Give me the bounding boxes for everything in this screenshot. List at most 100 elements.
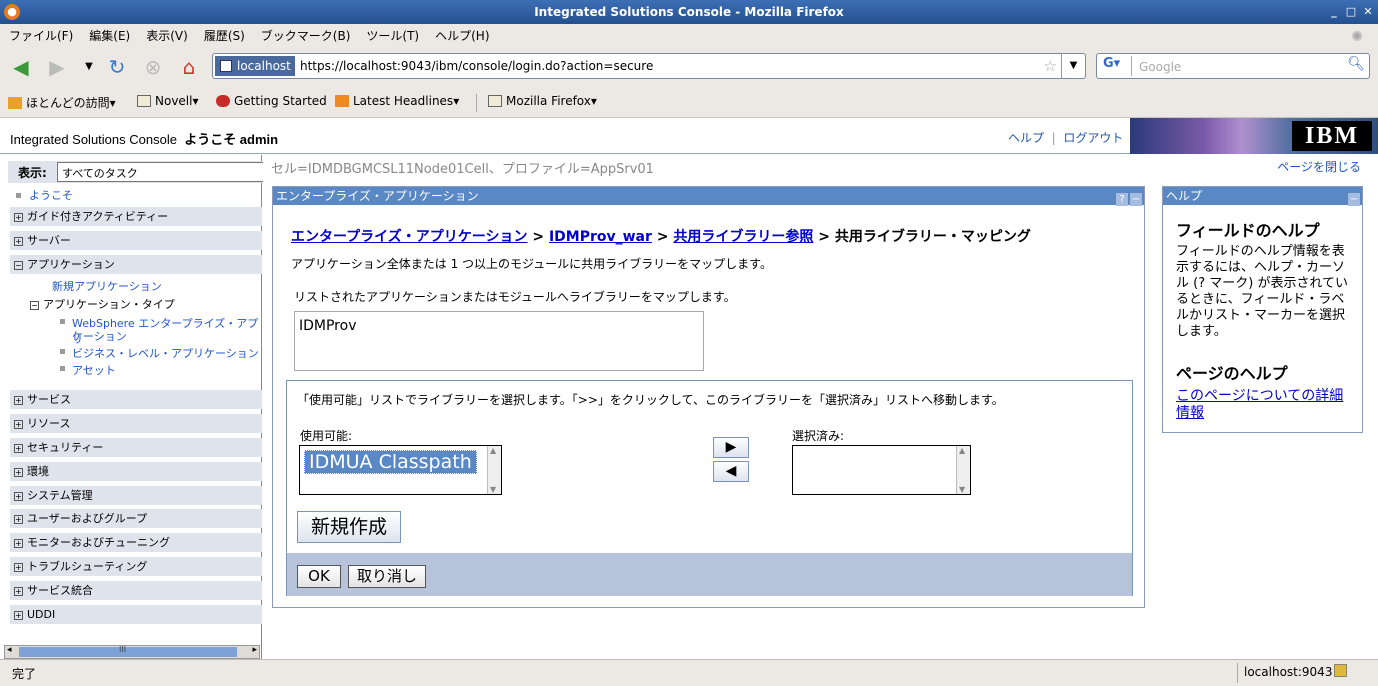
nav-servers[interactable]: + サーバー — [10, 231, 262, 250]
selected-label: 選択済み: — [792, 429, 845, 443]
available-list-scrollbar[interactable]: ▲ ▼ — [487, 446, 501, 494]
new-library-button[interactable]: 新規作成 — [297, 511, 401, 543]
breadcrumb-shared-lib-refs[interactable]: 共用ライブラリー参照 — [673, 229, 813, 245]
scroll-left-icon[interactable]: ◂ — [7, 645, 12, 655]
remove-library-button[interactable]: ◀ — [713, 461, 749, 482]
panel-minimize-icon[interactable]: − — [1130, 193, 1142, 206]
nav-new-application[interactable]: 新規アプリケーション — [52, 278, 162, 294]
breadcrumb-idmprov-war[interactable]: IDMProv_war — [549, 229, 652, 245]
menu-edit[interactable]: 編集(E) — [80, 24, 137, 44]
back-icon[interactable]: ◀ — [8, 54, 34, 80]
module-list[interactable]: IDMProv — [294, 311, 704, 371]
nav-applications[interactable]: − アプリケーション — [10, 255, 262, 274]
breadcrumb-enterprise-apps[interactable]: エンタープライズ・アプリケーション — [291, 229, 527, 245]
panel-help-icon[interactable]: ? — [1116, 193, 1128, 206]
search-box[interactable]: G▾ Google 🔍︎ — [1096, 53, 1370, 79]
breadcrumb-sep: > — [532, 229, 545, 245]
url-bar[interactable]: localhost https://localhost:9043/ibm/con… — [212, 53, 1086, 79]
bookmark-getting-started[interactable]: Getting Started — [216, 94, 327, 108]
nav-horizontal-scrollbar[interactable]: ◂ III ▸ — [4, 645, 260, 659]
nav-label: サーバー — [27, 234, 71, 247]
module-item[interactable]: IDMProv — [299, 318, 356, 334]
add-library-button[interactable]: ▶ — [713, 437, 749, 458]
stop-icon[interactable]: ⊗ — [140, 54, 166, 80]
scroll-thumb[interactable]: III — [19, 645, 237, 657]
nav-business-level-apps[interactable]: ビジネス・レベル・アプリケーション — [72, 345, 259, 361]
menu-bookmarks[interactable]: ブックマーク(B) — [252, 24, 358, 44]
header-link-separator: | — [1051, 131, 1056, 145]
selected-list[interactable]: ▲ ▼ — [792, 445, 971, 495]
nav-websphere-apps-cont[interactable]: ケーション — [72, 328, 127, 344]
bookmark-novell[interactable]: Novell▾ — [137, 94, 199, 108]
nav-uddi[interactable]: + UDDI — [10, 605, 262, 624]
nav-security[interactable]: + セキュリティー — [10, 438, 262, 457]
search-input[interactable]: Google — [1139, 60, 1181, 74]
console-title-text: Integrated Solutions Console — [10, 132, 177, 147]
scroll-up-icon[interactable]: ▲ — [490, 446, 496, 455]
search-engine-icon[interactable]: G▾ — [1100, 56, 1132, 76]
left-navigation: 表示: すべてのタスク ようこそ + ガイド付きアクティビティー + サーバー − ア… — [0, 155, 269, 659]
bookmark-mozilla-firefox[interactable]: Mozilla Firefox▾ — [488, 94, 597, 108]
enterprise-app-panel: エンタープライズ・アプリケーション ? − エンタープライズ・アプリケーション >… — [272, 186, 1145, 608]
bookmark-label: ほとんどの訪問 — [26, 96, 110, 110]
page-help-link[interactable]: このページについての詳細情報 — [1176, 388, 1352, 422]
scroll-down-icon[interactable]: ▼ — [490, 485, 496, 494]
bookmarks-toolbar: ほとんどの訪問▾ Novell▾ Getting Started Latest … — [0, 88, 1378, 118]
logout-link[interactable]: ログアウト — [1063, 131, 1123, 145]
history-dropdown-icon[interactable]: ▼ — [76, 54, 102, 80]
window-title: Integrated Solutions Console - Mozilla F… — [534, 5, 844, 19]
nav-environment[interactable]: + 環境 — [10, 462, 262, 481]
nav-users-groups[interactable]: + ユーザーおよびグループ — [10, 509, 262, 528]
menu-help[interactable]: ヘルプ(H) — [426, 24, 496, 44]
menu-history[interactable]: 履歴(S) — [195, 24, 252, 44]
welcome-nav-item[interactable]: ようこそ — [16, 187, 73, 203]
available-list[interactable]: IDMUA Classpath ▲ ▼ — [299, 445, 502, 495]
bookmark-most-visited[interactable]: ほとんどの訪問▾ — [8, 94, 116, 111]
breadcrumb-sep: > — [656, 229, 669, 245]
nav-services[interactable]: + サービス — [10, 390, 262, 409]
home-icon[interactable]: ⌂ — [176, 54, 202, 80]
bullet-icon — [16, 193, 21, 198]
forward-icon[interactable]: ▶ — [44, 54, 70, 80]
nav-assets[interactable]: アセット — [72, 362, 116, 378]
close-page-link[interactable]: ページを閉じる — [1277, 158, 1361, 175]
menu-view[interactable]: 表示(V) — [137, 24, 195, 44]
scroll-up-icon[interactable]: ▲ — [959, 446, 965, 455]
status-separator — [1237, 663, 1238, 683]
help-minimize-icon[interactable]: − — [1348, 193, 1360, 206]
scroll-right-icon[interactable]: ▸ — [252, 645, 257, 655]
cancel-button[interactable]: 取り消し — [348, 565, 426, 588]
selected-list-scrollbar[interactable]: ▲ ▼ — [956, 446, 970, 494]
button-bar: OK 取り消し — [287, 553, 1132, 596]
url-dropdown-icon[interactable]: ▼ — [1061, 54, 1085, 78]
nav-service-integration[interactable]: + サービス統合 — [10, 581, 262, 600]
menu-tools[interactable]: ツール(T) — [357, 24, 426, 44]
minimize-icon[interactable]: _ — [1326, 4, 1342, 20]
nav-troubleshooting[interactable]: + トラブルシューティング — [10, 557, 262, 576]
nav-guided-activities[interactable]: + ガイド付きアクティビティー — [10, 207, 262, 226]
lock-icon[interactable] — [1334, 664, 1347, 677]
header-help-link[interactable]: ヘルプ — [1008, 131, 1044, 145]
scroll-down-icon[interactable]: ▼ — [959, 485, 965, 494]
ok-button[interactable]: OK — [297, 565, 341, 588]
available-option[interactable]: IDMUA Classpath — [304, 450, 477, 474]
nav-system-admin[interactable]: + システム管理 — [10, 486, 262, 505]
view-select[interactable]: すべてのタスク — [57, 162, 269, 182]
search-icon[interactable]: 🔍︎ — [1347, 56, 1365, 72]
header-links: ヘルプ | ログアウト — [1008, 129, 1123, 146]
console-header: Integrated Solutions Console ようこそ admin … — [0, 118, 1378, 154]
site-identity[interactable]: localhost — [215, 56, 295, 76]
close-icon[interactable]: ✕ — [1360, 4, 1376, 20]
field-help-text: フィールドのヘルプ情報を表示するには、ヘルプ・カーソル (? マーク) が表示さ… — [1176, 244, 1349, 339]
welcome-user: ようこそ admin — [184, 132, 279, 147]
maximize-icon[interactable]: □ — [1343, 4, 1359, 20]
nav-resources[interactable]: + リソース — [10, 414, 262, 433]
nav-monitoring[interactable]: + モニターおよびチューニング — [10, 533, 262, 552]
bookmark-latest-headlines[interactable]: Latest Headlines▾ — [335, 94, 459, 108]
menu-file[interactable]: ファイル(F) — [0, 24, 80, 44]
nav-application-types[interactable]: − アプリケーション・タイプ — [30, 296, 175, 312]
reload-icon[interactable]: ↻ — [104, 54, 130, 80]
redhat-icon — [216, 95, 230, 107]
bookmark-star-icon[interactable]: ☆ — [1044, 57, 1057, 75]
nav-label: サービス — [27, 393, 71, 406]
